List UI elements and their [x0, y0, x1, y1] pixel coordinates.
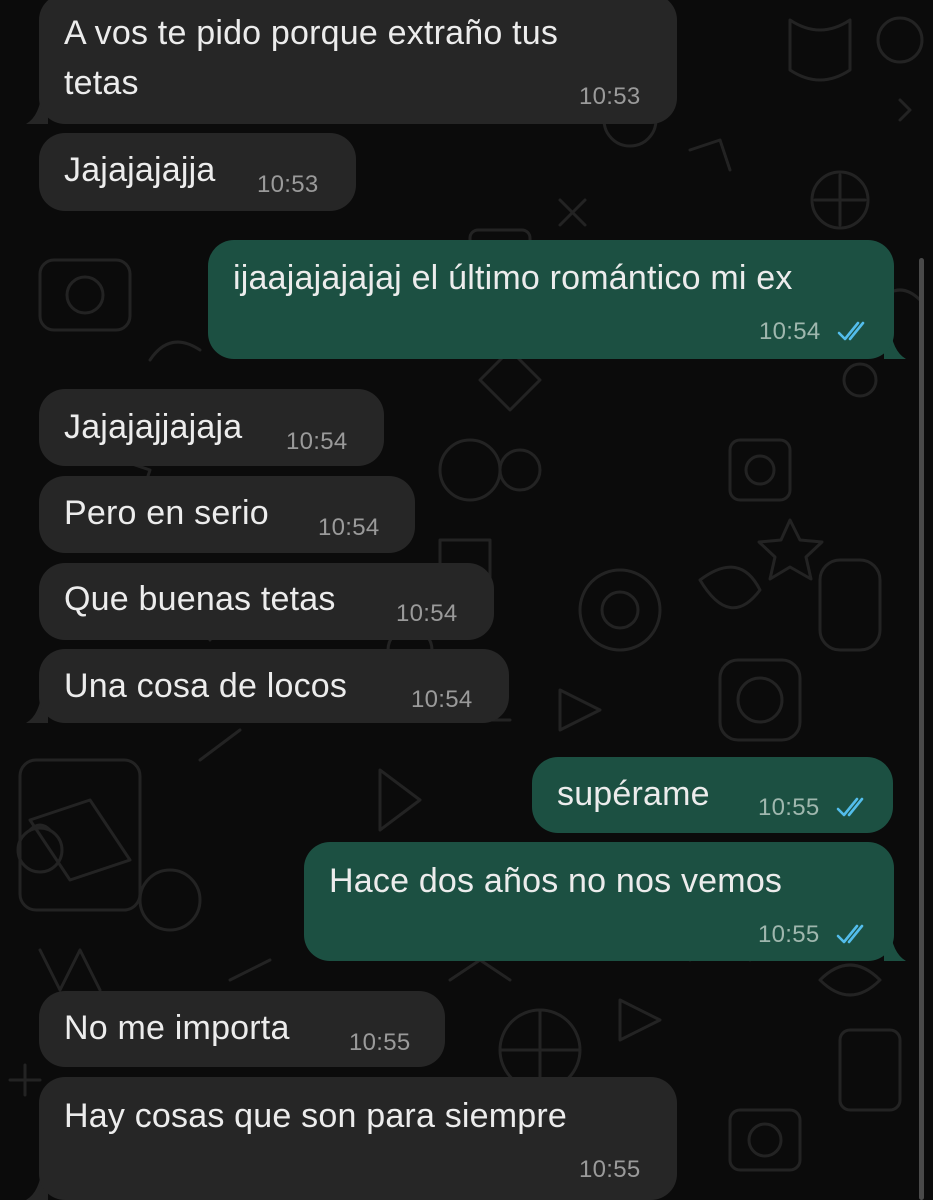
- message-timestamp: 10:53: [257, 171, 319, 198]
- message-text: No me importa: [64, 1009, 290, 1047]
- message-text: Hace dos años no nos vemos: [329, 862, 783, 900]
- message-text: Pero en serio: [64, 494, 269, 532]
- message-timestamp: 10:53: [579, 83, 641, 110]
- message-text: Jajajajjajaja: [64, 408, 243, 446]
- message-timestamp: 10:55: [349, 1029, 411, 1056]
- message-text: Hay cosas que son para siempre: [64, 1097, 568, 1135]
- message-timestamp: 10:55: [758, 921, 820, 948]
- message-text: Jajajajajja: [64, 151, 216, 189]
- message-timestamp: 10:54: [411, 686, 473, 713]
- message-bubble-incoming[interactable]: A vos te pido porque extraño tus tetas 1…: [39, 0, 677, 124]
- message-bubble-outgoing[interactable]: Hace dos años no nos vemos 10:55: [304, 842, 894, 961]
- message-text: A vos te pido porque extraño tus tetas: [64, 14, 559, 102]
- message-timestamp: 10:55: [758, 794, 820, 821]
- message-bubble-outgoing[interactable]: supérame 10:55: [532, 757, 893, 833]
- message-bubble-incoming[interactable]: Pero en serio 10:54: [39, 476, 415, 553]
- message-timestamp: 10:54: [759, 318, 821, 345]
- double-check-read-icon: [837, 321, 865, 341]
- message-text: Una cosa de locos: [64, 667, 348, 705]
- message-timestamp: 10:54: [318, 514, 380, 541]
- chat-scrollbar[interactable]: [919, 258, 924, 1200]
- double-check-read-icon: [836, 797, 864, 817]
- message-timestamp: 10:54: [286, 428, 348, 455]
- message-text: ijaajajajajaj el último romántico mi ex: [233, 259, 793, 297]
- message-bubble-incoming[interactable]: Una cosa de locos 10:54: [39, 649, 509, 723]
- message-bubble-incoming[interactable]: Que buenas tetas 10:54: [39, 563, 494, 640]
- message-bubble-incoming[interactable]: No me importa 10:55: [39, 991, 445, 1067]
- double-check-read-icon: [836, 924, 864, 944]
- message-bubble-incoming[interactable]: Hay cosas que son para siempre 10:55: [39, 1077, 677, 1200]
- message-text: supérame: [557, 775, 710, 813]
- message-bubble-incoming[interactable]: Jajajajjajaja 10:54: [39, 389, 384, 466]
- message-text: Que buenas tetas: [64, 580, 336, 618]
- chat-conversation[interactable]: A vos te pido porque extraño tus tetas 1…: [0, 0, 933, 1200]
- message-bubble-outgoing[interactable]: ijaajajajajaj el último romántico mi ex …: [208, 240, 894, 359]
- message-bubble-incoming[interactable]: Jajajajajja 10:53: [39, 133, 356, 211]
- message-timestamp: 10:54: [396, 600, 458, 627]
- message-timestamp: 10:55: [579, 1156, 641, 1183]
